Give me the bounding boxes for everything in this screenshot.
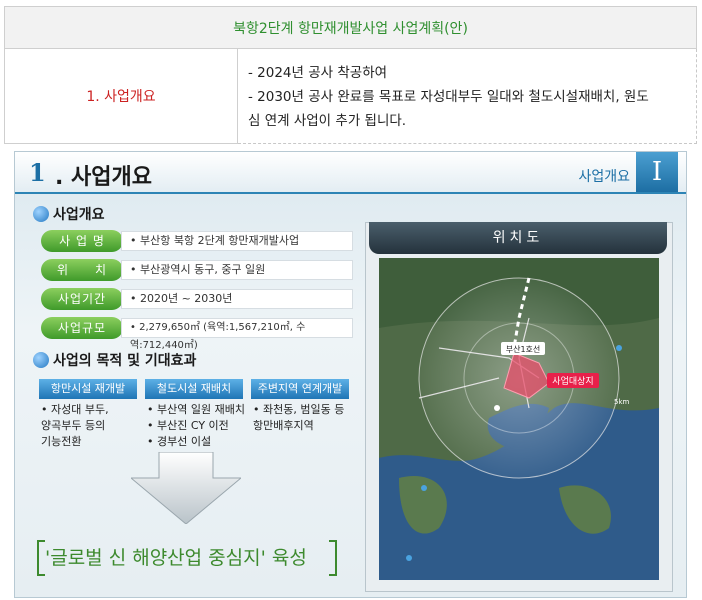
overview-row: 사 업 명 • 부산항 북항 2단계 항만재개발사업 (41, 230, 353, 252)
roman-numeral-badge: I (636, 152, 678, 192)
location-map: 부산1호선 사업대상지 5km (379, 258, 659, 580)
goal-item: 항만배후지역 (253, 419, 314, 432)
overview-row: 위 치 • 부산광역시 동구, 중구 일원 (41, 259, 353, 281)
goal-title: 주변지역 연계개발 (251, 379, 349, 399)
content-line: - 2030년 공사 완료를 목표로 자성대부두 일대와 철도시설재배치, 원도 (248, 89, 649, 105)
slogan-box: '글로벌 신 해양산업 중심지' 육성 (37, 540, 337, 576)
overview-value: • 부산항 북항 2단계 항만재개발사업 (121, 231, 353, 251)
overview-heading-text: 사업개요 (53, 207, 105, 223)
overview-label: 사업규모 (41, 317, 123, 339)
goal-items: • 부산역 일원 재배치 • 부산진 CY 이전 • 경부선 이설 (147, 402, 245, 450)
table-header: 북항2단계 항만재개발사업 사업계획(안) (4, 6, 697, 49)
goal-heading-text: 사업의 목적 및 기대효과 (53, 353, 197, 369)
section-label: 1. 사업개요 (4, 48, 238, 144)
goal-item: 양곡부두 등의 (41, 419, 106, 432)
slogan-text: '글로벌 신 해양산업 중심지' 육성 (45, 547, 307, 569)
overview-value: • 2020년 ~ 2030년 (121, 289, 353, 309)
goal-title: 철도시설 재배치 (145, 379, 243, 399)
globe-icon (33, 206, 49, 222)
goal-items: • 자성대 부두, 양곡부두 등의 기능전환 (41, 402, 139, 450)
right-bracket (329, 540, 337, 576)
goal-items: • 좌천동, 범일동 등 항만배후지역 (253, 402, 351, 434)
left-bracket (37, 540, 45, 576)
map-station-label: 부산1호선 (506, 344, 541, 354)
plan-table: 북항2단계 항만재개발사업 사업계획(안) 1. 사업개요 - 2024년 공사… (4, 6, 697, 144)
slide-section-tag: 사업개요 (578, 169, 630, 185)
overview-label: 사업기간 (41, 288, 123, 310)
goal-item: • 좌천동, 범일동 등 (253, 403, 345, 416)
map-scale-label: 5km (614, 398, 630, 406)
slide-title: . 사업개요 (55, 165, 152, 190)
map-target-label: 사업대상지 (552, 376, 593, 387)
overview-label: 사 업 명 (41, 230, 123, 252)
goal-heading: 사업의 목적 및 기대효과 (33, 350, 196, 370)
goal-title: 항만시설 재개발 (39, 379, 137, 399)
overview-slide-image: 1 . 사업개요 사업개요 I 사업개요 사 업 명 • 부산항 북항 2단계 … (14, 151, 687, 598)
globe-icon (33, 352, 49, 368)
content-line: 심 연계 사업이 추가 됩니다. (248, 113, 407, 129)
goal-item: • 자성대 부두, (41, 403, 109, 416)
goal-item: • 부산진 CY 이전 (147, 419, 229, 432)
goal-item: • 경부선 이설 (147, 435, 212, 448)
overview-row: 사업기간 • 2020년 ~ 2030년 (41, 288, 353, 310)
down-arrow-icon (131, 452, 241, 524)
slide-title-bar: 1 . 사업개요 사업개요 I (15, 152, 686, 194)
goal-item: • 부산역 일원 재배치 (147, 403, 245, 416)
overview-heading: 사업개요 (33, 204, 105, 224)
overview-label: 위 치 (41, 259, 123, 281)
map-title: 위치도 (369, 222, 667, 254)
goal-item: 기능전환 (41, 435, 82, 448)
slide-number: 1 (29, 158, 46, 187)
overview-row: 사업규모 • 2,279,650㎡ (육역:1,567,210㎡, 수역:712… (41, 317, 353, 351)
overview-value: • 2,279,650㎡ (육역:1,567,210㎡, 수역:712,440㎡… (121, 318, 353, 351)
overview-value: • 부산광역시 동구, 중구 일원 (121, 260, 353, 280)
section-content: - 2024년 공사 착공하여 - 2030년 공사 완료를 목표로 자성대부두… (237, 48, 697, 144)
content-line: - 2024년 공사 착공하여 (248, 65, 388, 81)
